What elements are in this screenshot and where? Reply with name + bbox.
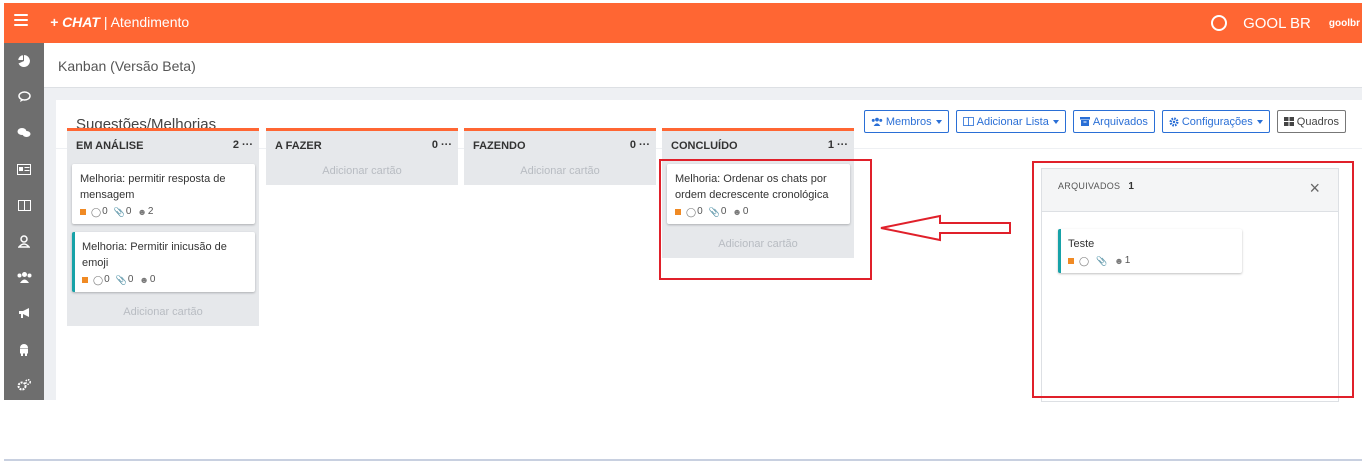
paperclip-icon: 📎 — [113, 207, 125, 217]
id-card-icon[interactable] — [16, 161, 32, 177]
list-count[interactable]: 0 ··· — [432, 139, 452, 151]
chats-icon[interactable] — [16, 125, 32, 141]
arrow-annotation — [880, 214, 1011, 242]
list-count-value: 2 — [232, 139, 239, 151]
android-icon[interactable] — [16, 341, 32, 357]
kanban-list-a-fazer[interactable]: A FAZER 0 ··· Adicionar cartão — [266, 128, 458, 185]
megaphone-icon[interactable] — [16, 305, 32, 321]
annotation-box — [659, 159, 872, 280]
more-icon[interactable]: ··· — [837, 139, 848, 151]
chat-icon[interactable] — [16, 89, 32, 105]
label-tag — [80, 209, 86, 215]
more-icon[interactable]: ··· — [441, 139, 452, 151]
settings-button[interactable]: Configurações — [1161, 110, 1270, 133]
card-title: Melhoria: Permitir inicusão de emoji — [82, 241, 227, 269]
list-count-value: 0 — [431, 139, 438, 151]
attachments-count: 📎 0 — [116, 272, 134, 288]
top-bar: + CHAT | Atendimento GOOL BR goolbr — [4, 3, 1362, 43]
members-count: ☻ 0 — [139, 272, 155, 288]
caret-down-icon — [1052, 119, 1059, 124]
window-edge — [4, 459, 1362, 461]
page-title: Kanban (Versão Beta) — [58, 58, 196, 74]
add-list-button[interactable]: Adicionar Lista — [955, 110, 1066, 133]
page-header: Kanban (Versão Beta) — [44, 43, 1362, 88]
list-count[interactable]: 2 ··· — [233, 139, 253, 151]
more-icon[interactable]: ··· — [639, 139, 650, 151]
comments-count: ◯ 0 — [93, 272, 110, 288]
members-count: ☻ 2 — [137, 204, 153, 220]
list-title: CONCLUÍDO — [671, 140, 738, 152]
add-list-button-label: Adicionar Lista — [976, 115, 1049, 128]
brand-section: Atendimento — [110, 14, 190, 30]
comments-count: ◯ 0 — [91, 204, 108, 220]
list-title: A FAZER — [275, 140, 322, 152]
list-title: FAZENDO — [473, 140, 526, 152]
brand[interactable]: + CHAT | Atendimento — [50, 14, 189, 30]
dashboard-icon[interactable] — [16, 53, 32, 69]
more-icon[interactable]: ··· — [242, 139, 253, 151]
kanban-card[interactable]: Melhoria: Permitir inicusão de emoji ◯ 0 … — [72, 232, 255, 292]
caret-down-icon — [1256, 119, 1263, 124]
columns-icon[interactable] — [16, 197, 32, 213]
kanban-list-em-analise[interactable]: EM ANÁLISE 2 ··· Melhoria: permitir resp… — [67, 128, 259, 326]
users-icon: ☻ — [137, 207, 147, 217]
users-icon: ☻ — [139, 275, 149, 285]
user-icon[interactable] — [16, 233, 32, 249]
add-card-button[interactable]: Adicionar cartão — [67, 300, 259, 326]
members-button[interactable]: Membros — [863, 110, 949, 133]
list-count[interactable]: 1 ··· — [828, 139, 848, 151]
user-name[interactable]: goolbr — [1329, 18, 1360, 29]
card-title: Melhoria: permitir resposta de mensagem — [80, 173, 226, 201]
add-card-button[interactable]: Adicionar cartão — [464, 159, 656, 185]
comment-icon: ◯ — [93, 275, 104, 285]
settings-button-label: Configurações — [1181, 115, 1253, 128]
users-icon — [871, 117, 883, 126]
caret-down-icon — [935, 119, 942, 124]
list-count[interactable]: 0 ··· — [630, 139, 650, 151]
list-title: EM ANÁLISE — [76, 140, 144, 152]
archived-button-label: Arquivados — [1092, 115, 1148, 128]
members-button-label: Membros — [885, 115, 932, 128]
menu-icon[interactable] — [14, 14, 28, 29]
attachments-count: 📎 0 — [114, 204, 132, 220]
archive-icon — [1079, 117, 1090, 126]
company-name[interactable]: GOOL BR — [1243, 15, 1311, 32]
comment-icon: ◯ — [91, 207, 102, 217]
whatsapp-icon[interactable] — [1211, 15, 1228, 31]
users-icon[interactable] — [16, 269, 32, 285]
boards-button-label: Quadros — [1296, 115, 1339, 128]
cog-icon — [1169, 117, 1179, 126]
sidebar — [4, 43, 44, 400]
kanban-list-fazendo[interactable]: FAZENDO 0 ··· Adicionar cartão — [464, 128, 656, 185]
label-tag — [82, 277, 88, 283]
list-count-value: 0 — [629, 139, 636, 151]
list-count-value: 1 — [827, 139, 834, 151]
grid-icon — [1283, 117, 1294, 126]
boards-button[interactable]: Quadros — [1276, 110, 1346, 133]
gears-icon[interactable] — [16, 377, 32, 393]
add-card-button[interactable]: Adicionar cartão — [266, 159, 458, 185]
brand-mark: + CHAT — [50, 14, 100, 30]
archived-button[interactable]: Arquivados — [1072, 110, 1155, 133]
kanban-card[interactable]: Melhoria: permitir resposta de mensagem … — [72, 164, 255, 224]
annotation-box — [1032, 161, 1354, 398]
columns-icon — [962, 117, 974, 126]
brand-separator: | — [103, 14, 108, 30]
paperclip-icon: 📎 — [115, 275, 127, 285]
